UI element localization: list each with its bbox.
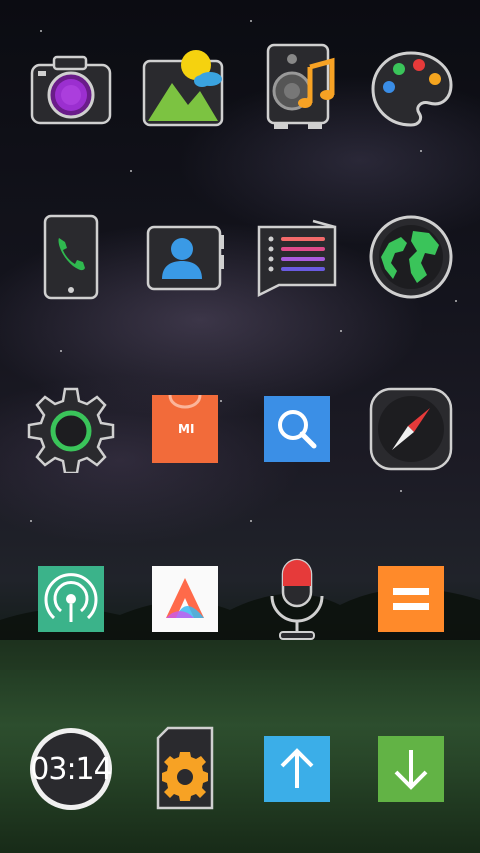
calculator-icon [378,566,444,632]
themes-app[interactable] [366,44,456,134]
gallery-app[interactable] [138,44,228,134]
gallery-icon [142,50,224,127]
recorder-app[interactable] [252,554,342,644]
launcher-app[interactable] [140,554,230,644]
browser-app[interactable] [366,212,456,302]
app-launcher-icon [152,566,218,632]
upload-arrow-icon [264,736,330,802]
clock-time: 03:14 [30,752,112,787]
contacts-icon [146,225,224,291]
music-app[interactable] [252,40,342,130]
settings-app[interactable] [26,384,116,474]
search-app[interactable] [252,384,342,474]
search-icon [264,396,330,462]
calculator-app[interactable] [366,554,456,644]
upload-app[interactable] [252,724,342,814]
hotspot-app[interactable] [26,554,116,644]
contacts-app[interactable] [140,212,230,302]
compass-app[interactable] [366,384,456,474]
compass-icon [369,387,453,471]
clock-app[interactable]: 03:14 [26,724,116,814]
phone-app[interactable] [26,212,116,302]
mi-store-app[interactable]: MI [140,384,230,474]
hotspot-icon [38,566,104,632]
phone-icon [43,214,99,300]
camera-app[interactable] [26,44,116,134]
music-player-icon [266,43,335,129]
mi-store-label: MI [178,422,195,436]
voice-recorder-icon [270,558,324,640]
camera-icon [30,55,112,125]
settings-gear-icon [27,387,115,473]
sd-settings-app[interactable] [140,724,230,814]
browser-globe-icon [369,215,453,299]
messages-icon [257,219,337,298]
download-app[interactable] [366,724,456,814]
themes-palette-icon [371,51,453,127]
sd-settings-icon [156,726,214,810]
messages-app[interactable] [252,212,342,302]
download-arrow-icon [378,736,444,802]
